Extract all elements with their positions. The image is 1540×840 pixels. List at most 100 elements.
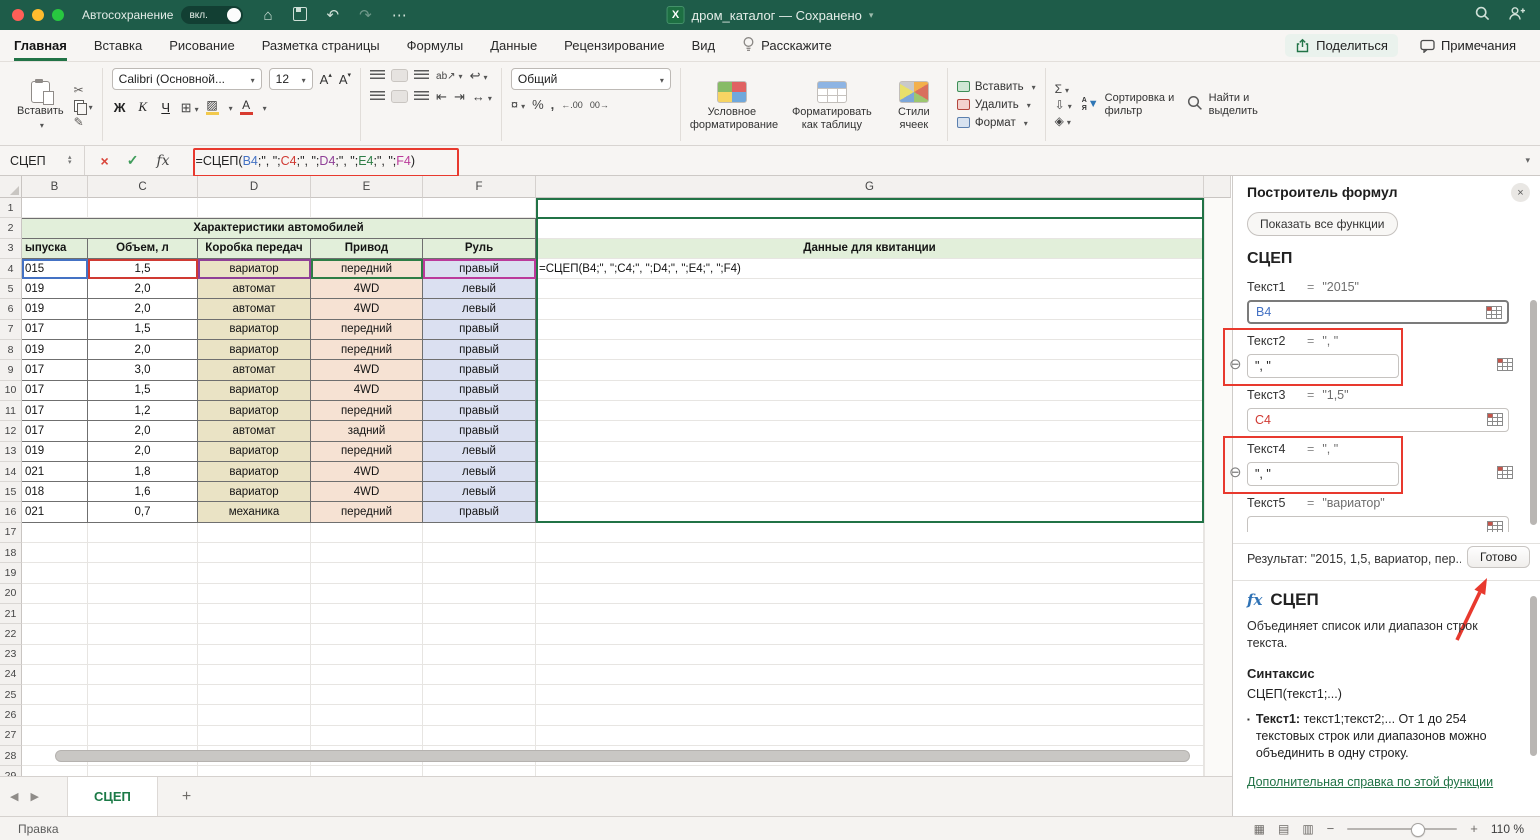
cell-E5[interactable]: 4WD (311, 279, 423, 299)
align-right-icon[interactable] (414, 91, 429, 102)
cell-B6[interactable]: 019 (22, 299, 88, 319)
zoom-out-icon[interactable]: − (1327, 821, 1335, 836)
accounting-format-button[interactable]: ¤ (511, 98, 525, 111)
cell-E4[interactable]: передний (311, 259, 423, 279)
argument-input-4[interactable]: ", " (1247, 462, 1399, 486)
cell-F1[interactable] (423, 198, 536, 218)
argument-input-3[interactable]: C4 (1247, 408, 1509, 432)
cell-D22[interactable] (198, 624, 311, 644)
cell-G20[interactable] (536, 584, 1204, 604)
redo-icon[interactable]: ↷ (359, 8, 372, 23)
cell-D5[interactable]: автомат (198, 279, 311, 299)
cell-E27[interactable] (311, 726, 423, 746)
cell-B17[interactable] (22, 523, 88, 543)
comments-button[interactable]: Примечания (1414, 34, 1522, 57)
prev-sheet-icon[interactable]: ◀ (10, 790, 18, 803)
ribbon-tab-6[interactable]: Данные (490, 30, 537, 61)
cell-E9[interactable]: 4WD (311, 360, 423, 380)
cell-E12[interactable]: задний (311, 421, 423, 441)
cell-G14[interactable] (536, 462, 1204, 482)
cell-C20[interactable] (88, 584, 198, 604)
cell-G15[interactable] (536, 482, 1204, 502)
argument-input-5[interactable] (1247, 516, 1509, 532)
cell-F18[interactable] (423, 543, 536, 563)
cell-F17[interactable] (423, 523, 536, 543)
cell-D6[interactable]: автомат (198, 299, 311, 319)
row-header-15[interactable]: 15 (0, 482, 22, 502)
cell-C21[interactable] (88, 604, 198, 624)
cell-E14[interactable]: 4WD (311, 462, 423, 482)
cell-C6[interactable]: 2,0 (88, 299, 198, 319)
cell-C23[interactable] (88, 645, 198, 665)
cell-E8[interactable]: передний (311, 340, 423, 360)
cell-G25[interactable] (536, 685, 1204, 705)
insert-function-icon[interactable]: fx (156, 153, 169, 169)
fullscreen-window-button[interactable] (52, 9, 64, 21)
cell-D10[interactable]: вариатор (198, 381, 311, 401)
home-icon[interactable]: ⌂ (263, 8, 272, 23)
argument-input-2[interactable]: ", " (1247, 354, 1399, 378)
cell-C27[interactable] (88, 726, 198, 746)
range-picker-icon[interactable] (1487, 521, 1503, 532)
range-picker-icon[interactable] (1497, 466, 1513, 479)
ribbon-tab-7[interactable]: Рецензирование (564, 30, 664, 61)
row-header-11[interactable]: 11 (0, 401, 22, 421)
cell-E20[interactable] (311, 584, 423, 604)
cell-C4[interactable]: 1,5 (88, 259, 198, 279)
conditional-formatting-button[interactable]: Условное форматирование (690, 78, 774, 131)
cell-B4[interactable]: 015 (22, 259, 88, 279)
cell-E19[interactable] (311, 563, 423, 583)
row-header-22[interactable]: 22 (0, 624, 22, 644)
cell-F15[interactable]: левый (423, 482, 536, 502)
cell-D24[interactable] (198, 665, 311, 685)
row-header-18[interactable]: 18 (0, 543, 22, 563)
cell-D14[interactable]: вариатор (198, 462, 311, 482)
row-header-5[interactable]: 5 (0, 279, 22, 299)
increase-font-button[interactable]: А▴ (320, 72, 332, 87)
cell-F3[interactable]: Руль (423, 239, 536, 259)
cell-E25[interactable] (311, 685, 423, 705)
cell-E17[interactable] (311, 523, 423, 543)
cell-B20[interactable] (22, 584, 88, 604)
cell-styles-button[interactable]: Стили ячеек (890, 78, 938, 131)
cell-F24[interactable] (423, 665, 536, 685)
cell-C1[interactable] (88, 198, 198, 218)
more-commands-icon[interactable]: ⋯ (392, 8, 407, 23)
cell-B7[interactable]: 017 (22, 320, 88, 340)
cell-F8[interactable]: правый (423, 340, 536, 360)
fill-color-button[interactable]: ▨ (206, 99, 219, 115)
page-layout-view-icon[interactable]: ▤ (1278, 822, 1289, 836)
cell-B29[interactable] (22, 766, 88, 776)
format-cells-button[interactable]: Формат (957, 117, 1036, 129)
row-header-3[interactable]: 3 (0, 239, 22, 259)
cell-B25[interactable] (22, 685, 88, 705)
align-left-icon[interactable] (370, 91, 385, 102)
row-header-19[interactable]: 19 (0, 563, 22, 583)
cell-G27[interactable] (536, 726, 1204, 746)
format-painter-icon[interactable]: ✎ (74, 114, 93, 130)
italic-button[interactable]: К (135, 99, 151, 115)
row-header-28[interactable]: 28 (0, 746, 22, 766)
decrease-indent-icon[interactable]: ⇤ (436, 90, 447, 103)
cell-E24[interactable] (311, 665, 423, 685)
cell-G2[interactable] (536, 218, 1204, 238)
cell-C16[interactable]: 0,7 (88, 502, 198, 522)
number-format-select[interactable]: Общий (511, 68, 671, 90)
cell-G11[interactable] (536, 401, 1204, 421)
share-people-icon[interactable] (1508, 6, 1526, 24)
increase-indent-icon[interactable]: ⇥ (454, 90, 465, 103)
cell-C13[interactable]: 2,0 (88, 442, 198, 462)
font-size-select[interactable]: 12 (269, 68, 313, 90)
cell-B5[interactable]: 019 (22, 279, 88, 299)
font-name-select[interactable]: Calibri (Основной... (112, 68, 262, 90)
underline-button[interactable]: Ч (158, 100, 174, 115)
cell-F13[interactable]: левый (423, 442, 536, 462)
row-header-23[interactable]: 23 (0, 645, 22, 665)
cell-G26[interactable] (536, 705, 1204, 725)
cell-D11[interactable]: вариатор (198, 401, 311, 421)
cell-D8[interactable]: вариатор (198, 340, 311, 360)
remove-argument-icon[interactable]: ⊖ (1229, 357, 1242, 372)
paste-button[interactable]: Вставить (17, 79, 64, 131)
cell-F6[interactable]: левый (423, 299, 536, 319)
cell-C24[interactable] (88, 665, 198, 685)
